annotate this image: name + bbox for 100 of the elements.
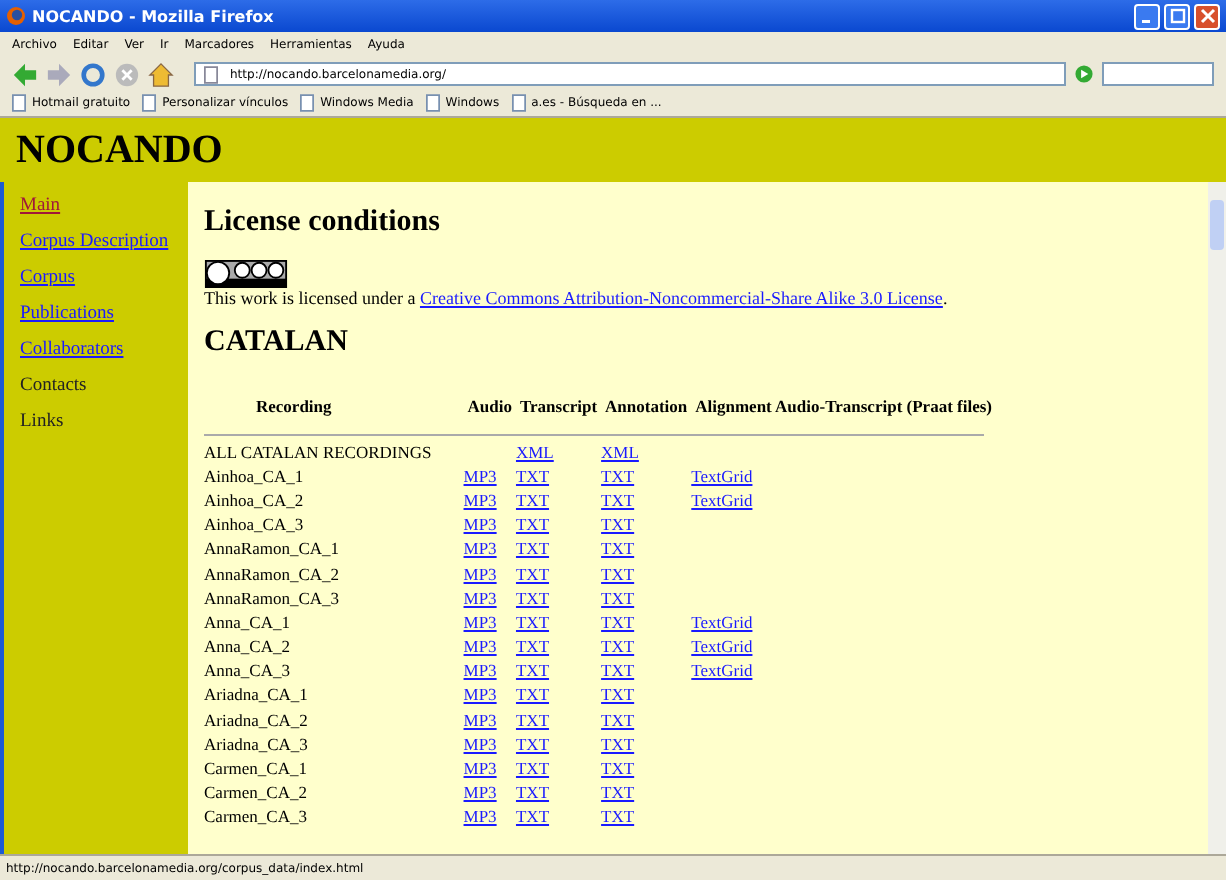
license-link[interactable]: Creative Commons Attribution-Noncommercial-Share Alike 3.0 License bbox=[419, 288, 943, 308]
file-link[interactable]: TXT bbox=[601, 782, 635, 803]
file-link[interactable]: TXT bbox=[515, 514, 550, 535]
column-header: Alignment Audio-Transcript (Praat files) bbox=[693, 396, 994, 420]
file-link[interactable]: TXT bbox=[601, 758, 635, 779]
window-title: NOCANDO - Mozilla Firefox bbox=[32, 7, 274, 25]
file-link[interactable]: TXT bbox=[601, 489, 635, 510]
page-icon bbox=[425, 94, 440, 112]
file-link[interactable]: TXT bbox=[601, 733, 635, 754]
column-header: Annotation bbox=[603, 396, 690, 420]
scrollbar[interactable] bbox=[1208, 182, 1226, 854]
page-icon bbox=[142, 94, 157, 112]
sidebar-link[interactable]: Collaborators bbox=[20, 340, 188, 360]
file-link[interactable]: TextGrid bbox=[691, 636, 753, 657]
recording-name: AnnaRamon_CA_2 bbox=[204, 563, 340, 584]
browser-logo-icon bbox=[6, 6, 26, 26]
recording-name: Anna_CA_3 bbox=[204, 660, 290, 681]
file-link[interactable]: XML bbox=[515, 441, 554, 462]
file-link[interactable]: TXT bbox=[515, 684, 550, 705]
close-icon bbox=[1199, 8, 1215, 24]
file-link[interactable]: TXT bbox=[601, 684, 635, 705]
file-link[interactable]: TXT bbox=[601, 611, 635, 632]
recording-name: AnnaRamon_CA_1 bbox=[204, 538, 340, 559]
file-link[interactable]: TextGrid bbox=[691, 465, 753, 486]
file-link[interactable]: TXT bbox=[515, 758, 550, 779]
recording-name: AnnaRamon_CA_3 bbox=[204, 587, 340, 608]
recording-name: Carmen_CA_1 bbox=[204, 758, 307, 779]
file-link[interactable]: TXT bbox=[601, 538, 635, 559]
file-link[interactable]: MP3 bbox=[463, 733, 497, 754]
file-link[interactable]: MP3 bbox=[463, 587, 497, 608]
minimize-button[interactable] bbox=[1134, 3, 1160, 29]
recording-name: Carmen_CA_2 bbox=[204, 782, 307, 803]
maximize-icon bbox=[1169, 8, 1185, 24]
file-link[interactable]: TXT bbox=[601, 660, 635, 681]
file-link[interactable]: TextGrid bbox=[691, 660, 753, 681]
file-link[interactable]: MP3 bbox=[463, 660, 497, 681]
file-link[interactable]: TXT bbox=[515, 636, 550, 657]
page-icon bbox=[204, 65, 218, 83]
file-link[interactable]: MP3 bbox=[463, 563, 497, 584]
file-link[interactable]: MP3 bbox=[463, 758, 497, 779]
file-link[interactable]: MP3 bbox=[463, 806, 497, 827]
recording-name: Anna_CA_1 bbox=[204, 611, 290, 632]
file-link[interactable]: TXT bbox=[515, 563, 550, 584]
page-heading: License conditions bbox=[204, 206, 442, 240]
close-button[interactable] bbox=[1194, 3, 1220, 29]
sidebar-link[interactable]: Corpus Description bbox=[20, 232, 188, 252]
column-header: Transcript bbox=[517, 396, 600, 420]
file-link[interactable]: TXT bbox=[515, 782, 550, 803]
sidebar-link[interactable]: Main bbox=[20, 196, 188, 216]
recording-name: Ainhoa_CA_1 bbox=[204, 465, 304, 486]
file-link[interactable]: TextGrid bbox=[691, 611, 753, 632]
recording-name: Ariadna_CA_3 bbox=[204, 733, 308, 754]
sidebar-link[interactable]: Corpus bbox=[20, 268, 188, 288]
file-link[interactable]: TXT bbox=[601, 465, 635, 486]
file-link[interactable]: TXT bbox=[515, 611, 550, 632]
file-link[interactable]: TXT bbox=[601, 514, 635, 535]
column-header: Recording bbox=[253, 396, 334, 420]
file-link[interactable]: TXT bbox=[601, 636, 635, 657]
maximize-button[interactable] bbox=[1164, 3, 1190, 29]
recording-name: Carmen_CA_3 bbox=[204, 806, 307, 827]
forward-icon[interactable] bbox=[46, 61, 72, 87]
file-link[interactable]: TXT bbox=[515, 806, 550, 827]
file-link[interactable]: MP3 bbox=[463, 465, 497, 486]
file-link[interactable]: MP3 bbox=[463, 684, 497, 705]
file-link[interactable]: MP3 bbox=[463, 709, 497, 730]
file-link[interactable]: TXT bbox=[515, 660, 550, 681]
file-link[interactable]: TXT bbox=[515, 733, 550, 754]
file-link[interactable]: TextGrid bbox=[691, 489, 753, 510]
file-link[interactable]: TXT bbox=[601, 806, 635, 827]
license-text: This work is licensed under a Creative Commons Attribution-Noncommercial-Share Alike 3.0 License. bbox=[204, 288, 950, 308]
file-link[interactable]: TXT bbox=[515, 465, 550, 486]
page-icon bbox=[12, 94, 26, 112]
go-icon[interactable] bbox=[1074, 64, 1094, 84]
file-link[interactable]: TXT bbox=[515, 489, 550, 510]
file-link[interactable]: TXT bbox=[601, 563, 635, 584]
recording-name: Ainhoa_CA_2 bbox=[204, 489, 304, 510]
column-header: Audio bbox=[465, 396, 514, 420]
sidebar-item: Links bbox=[20, 412, 66, 432]
stop-icon[interactable] bbox=[114, 61, 140, 87]
home-icon[interactable] bbox=[148, 61, 174, 87]
file-link[interactable]: TXT bbox=[515, 709, 550, 730]
recording-name: Ainhoa_CA_3 bbox=[204, 514, 304, 535]
file-link[interactable]: MP3 bbox=[463, 611, 497, 632]
file-link[interactable]: MP3 bbox=[463, 636, 497, 657]
reload-icon[interactable] bbox=[80, 61, 106, 87]
file-link[interactable]: MP3 bbox=[463, 782, 497, 803]
file-link[interactable]: TXT bbox=[601, 587, 635, 608]
back-icon[interactable] bbox=[12, 61, 38, 87]
recording-name: Ariadna_CA_1 bbox=[204, 684, 308, 705]
file-link[interactable]: TXT bbox=[515, 538, 550, 559]
file-link[interactable]: MP3 bbox=[463, 489, 497, 510]
file-link[interactable]: TXT bbox=[515, 587, 550, 608]
file-link[interactable]: MP3 bbox=[463, 538, 497, 559]
file-link[interactable]: MP3 bbox=[463, 514, 497, 535]
file-link[interactable]: TXT bbox=[601, 709, 635, 730]
file-link[interactable]: XML bbox=[601, 441, 639, 462]
sidebar-link[interactable]: Publications bbox=[20, 304, 188, 324]
search-field[interactable] bbox=[1102, 62, 1214, 86]
recording-name: ALL CATALAN RECORDINGS bbox=[204, 441, 432, 462]
license-badge-icon bbox=[204, 260, 288, 288]
